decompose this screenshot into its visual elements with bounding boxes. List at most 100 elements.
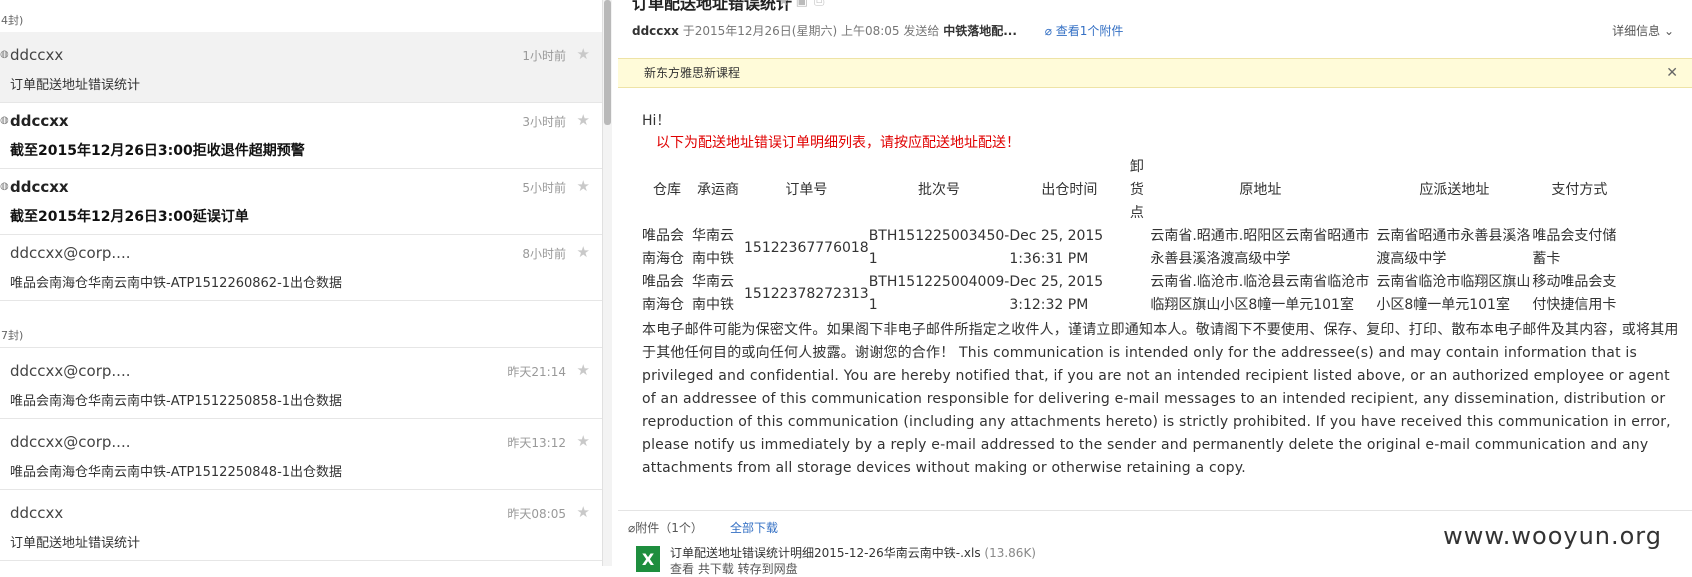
table-cell: 移动唯品会支付快捷信用卡 bbox=[1532, 274, 1617, 313]
star-icon[interactable]: ★ bbox=[577, 361, 590, 379]
attachment-file-name[interactable]: 订单配送地址错误统计明细2015-12-26华南云南中铁-.xls (13.86… bbox=[670, 544, 1036, 561]
list-item[interactable]: ddccxx@corp.... 8小时前 ★ 唯品会南海仓华南云南中铁-ATP1… bbox=[0, 230, 602, 301]
disclaimer-text: 本电子邮件可能为保密文件。如果阁下非电子邮件所指定之收件人，谨请立即通知本人。敬… bbox=[642, 322, 1679, 476]
star-icon[interactable]: ★ bbox=[577, 432, 590, 450]
mail-time: 昨天13:12 bbox=[507, 436, 566, 450]
sender-name: ddccxx bbox=[10, 504, 64, 522]
mail-subject: 截至2015年12月26日3:00拒收退件超期预警 bbox=[10, 143, 305, 159]
table-header-row: 仓库 承运商 订单号 批次号 出仓时间 卸货点 原地址 应派送地址 支付方式 bbox=[642, 156, 1626, 225]
list-item[interactable]: ◍ ddccxx 1小时前 ★ 订单配送地址错误统计 bbox=[0, 32, 602, 103]
mail-title: 订单配送地址错误统计 bbox=[632, 0, 793, 13]
table-header: 卸货点 bbox=[1129, 159, 1144, 221]
excel-file-icon[interactable]: X bbox=[636, 546, 660, 572]
table-cell: Dec 25, 2015 3:12:32 PM bbox=[1009, 274, 1104, 313]
watermark: www.wooyun.org bbox=[1443, 522, 1662, 550]
intro-text: 以下为配送地址错误订单明细列表，请按应配送地址配送！ bbox=[656, 135, 1020, 151]
mail-reader: 订单配送地址错误统计 ★▣⎙ ddccxx 于2015年12月26日(星期六) … bbox=[612, 0, 1692, 566]
details-toggle[interactable]: 详细信息 ⌄ bbox=[1612, 22, 1674, 39]
mail-subject: 截至2015年12月26日3:00延误订单 bbox=[10, 209, 249, 225]
view-attachment-link[interactable]: ⌀ 查看1个附件 bbox=[1045, 24, 1124, 38]
mail-time: 3小时前 bbox=[522, 115, 566, 129]
table-cell bbox=[1129, 271, 1144, 317]
download-all-link[interactable]: 全部下载 bbox=[730, 519, 778, 536]
close-icon[interactable]: ✕ bbox=[1666, 59, 1678, 87]
table-header: 出仓时间 bbox=[1041, 182, 1098, 198]
attachments-label: ⌀附件（1个） bbox=[628, 519, 703, 536]
attachment-icon: ◍ bbox=[0, 49, 9, 60]
table-row: 唯品会南海仓 华南云南中铁 15122367776018 BTH15122500… bbox=[642, 225, 1626, 271]
table-cell: BTH151225003450-1 bbox=[868, 228, 1010, 267]
attachments-count: 附件（1个） bbox=[635, 521, 703, 535]
star-icon[interactable]: ★ bbox=[577, 243, 590, 261]
table-cell: Dec 25, 2015 1:36:31 PM bbox=[1009, 228, 1104, 267]
table-cell: 15122378272313 bbox=[744, 285, 869, 302]
mail-body: Hi！ 以下为配送地址错误订单明细列表，请按应配送地址配送！ 仓库 承运商 订单… bbox=[642, 110, 1682, 480]
mail-time: 昨天08:05 bbox=[507, 507, 566, 521]
table-cell: 唯品会南海仓 bbox=[642, 228, 684, 267]
table-cell: 云南省.临沧市.临沧县云南省临沧市临翔区旗山小区8幢一单元101室 bbox=[1150, 274, 1370, 313]
attachment-icon: ◍ bbox=[0, 181, 9, 192]
attachment-actions[interactable]: 查看 共下载 转存到网盘 bbox=[670, 560, 798, 577]
file-size: (13.86K) bbox=[984, 546, 1036, 560]
star-icon[interactable]: ★ bbox=[577, 503, 590, 521]
chevron-down-icon: ⌄ bbox=[1663, 24, 1674, 38]
paperclip-icon: ⌀ bbox=[1044, 24, 1056, 38]
table-cell: BTH151225004009-1 bbox=[868, 274, 1010, 313]
mail-subject: 唯品会南海仓华南云南中铁-ATP1512260862-1出仓数据 bbox=[10, 276, 343, 291]
mail-time: 8小时前 bbox=[522, 247, 566, 261]
group-header-label: 4封) bbox=[1, 14, 24, 27]
table-cell: 华南云南中铁 bbox=[692, 228, 734, 267]
flag-icon[interactable]: ▣ bbox=[796, 0, 814, 9]
group-header-label: 7封) bbox=[1, 329, 24, 342]
sender-name: ddccxx bbox=[10, 46, 64, 64]
title-action-icons: ★▣⎙ bbox=[778, 0, 830, 9]
file-name-text: 订单配送地址错误统计明细2015-12-26华南云南中铁-.xls bbox=[670, 546, 981, 560]
star-icon[interactable]: ★ bbox=[577, 177, 590, 195]
table-header: 订单号 bbox=[785, 182, 828, 198]
table-header: 批次号 bbox=[918, 182, 961, 198]
mail-time: 5小时前 bbox=[522, 181, 566, 195]
sender-name: ddccxx bbox=[10, 112, 69, 130]
table-header: 承运商 bbox=[697, 182, 739, 198]
mail-recipient[interactable]: 中铁落地配... bbox=[943, 24, 1017, 38]
table-header: 仓库 bbox=[653, 182, 681, 198]
group-header: 7封) bbox=[0, 325, 602, 348]
table-cell bbox=[1129, 225, 1144, 271]
sender-name: ddccxx@corp.... bbox=[10, 362, 131, 380]
mail-sender[interactable]: ddccxx bbox=[632, 24, 679, 38]
star-icon[interactable]: ★ bbox=[778, 0, 796, 9]
list-item[interactable]: ddccxx 昨天08:05 ★ 订单配送地址错误统计 bbox=[0, 490, 602, 561]
table-cell: 15122367776018 bbox=[744, 239, 869, 256]
mail-subject: 订单配送地址错误统计 bbox=[10, 78, 141, 93]
mail-time: 昨天21:14 bbox=[507, 365, 566, 379]
table-cell: 华南云南中铁 bbox=[692, 274, 734, 313]
sender-name: ddccxx bbox=[10, 178, 69, 196]
notice-text[interactable]: 新东方雅思新课程 bbox=[618, 66, 740, 80]
star-icon[interactable]: ★ bbox=[577, 45, 590, 63]
list-item[interactable]: ddccxx@corp.... 昨天13:12 ★ 唯品会南海仓华南云南中铁-A… bbox=[0, 419, 602, 490]
sender-name: ddccxx@corp.... bbox=[10, 244, 131, 262]
table-cell: 云南省临沧市临翔区旗山小区8幢一单元101室 bbox=[1376, 274, 1531, 313]
list-item[interactable]: ddccxx@corp.... 昨天21:14 ★ 唯品会南海仓华南云南中铁-A… bbox=[0, 348, 602, 419]
table-header: 支付方式 bbox=[1551, 182, 1608, 198]
table-cell: 唯品会支付储蓄卡 bbox=[1532, 228, 1617, 267]
mail-date: 于2015年12月26日(星期六) 上午08:05 发送给 bbox=[682, 24, 940, 38]
mail-subject: 唯品会南海仓华南云南中铁-ATP1512250848-1出仓数据 bbox=[10, 465, 343, 480]
table-cell: 唯品会南海仓 bbox=[642, 274, 684, 313]
mail-list: 4封) ◍ ddccxx 1小时前 ★ 订单配送地址错误统计 ◍ ddccxx … bbox=[0, 0, 603, 566]
view-attachment-label: 查看1个附件 bbox=[1055, 24, 1124, 38]
group-header: 4封) bbox=[0, 10, 602, 33]
star-icon[interactable]: ★ bbox=[577, 111, 590, 129]
details-label: 详细信息 bbox=[1612, 24, 1661, 38]
table-header: 原地址 bbox=[1239, 182, 1282, 198]
list-item[interactable]: ◍ ddccxx 5小时前 ★ 截至2015年12月26日3:00延误订单 bbox=[0, 164, 602, 235]
greeting: Hi！ bbox=[642, 113, 671, 129]
table-cell: 云南省.昭通市.昭阳区云南省昭通市永善县溪洛渡高级中学 bbox=[1150, 228, 1370, 267]
table-cell: 云南省昭通市永善县溪洛渡高级中学 bbox=[1376, 228, 1531, 267]
ad-notice-bar: 新东方雅思新课程 ✕ bbox=[618, 58, 1692, 88]
list-item[interactable]: ◍ ddccxx 3小时前 ★ 截至2015年12月26日3:00拒收退件超期预… bbox=[0, 98, 602, 169]
print-icon[interactable]: ⎙ bbox=[814, 0, 830, 9]
mail-meta: ddccxx 于2015年12月26日(星期六) 上午08:05 发送给 中铁落… bbox=[632, 22, 1123, 39]
list-scrollbar-thumb[interactable] bbox=[604, 0, 611, 125]
mail-time: 1小时前 bbox=[522, 49, 566, 63]
